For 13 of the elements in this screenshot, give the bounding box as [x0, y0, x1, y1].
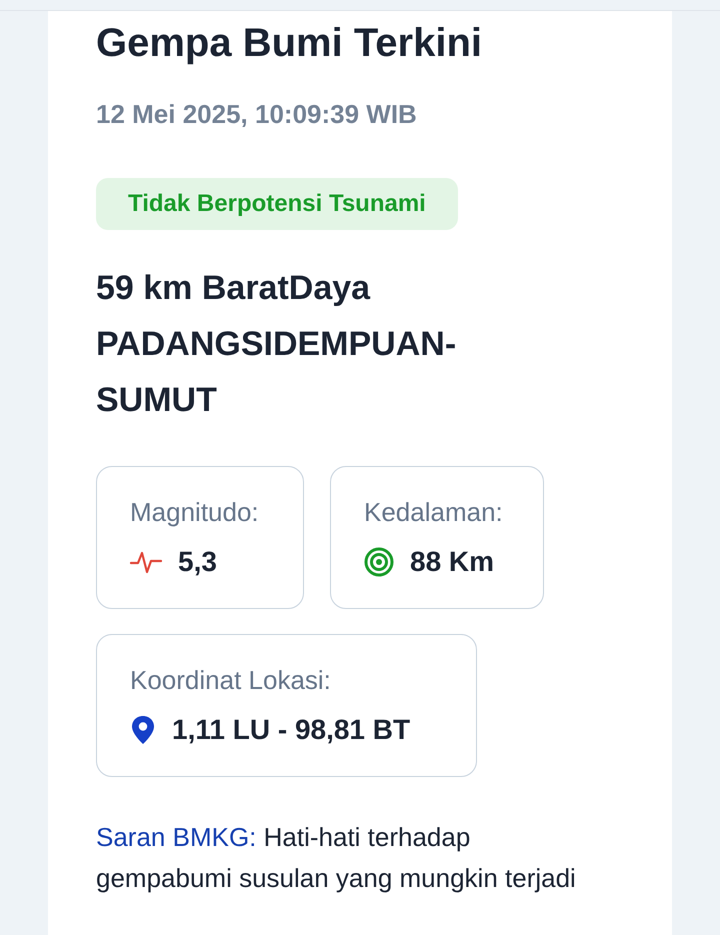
stat-value: 88 Km — [410, 546, 494, 578]
page-title: Gempa Bumi Terkini — [96, 20, 484, 67]
location-text: 59 km BaratDaya PADANGSIDEMPUAN-SUMUT — [96, 268, 458, 421]
date-time: 12 Mei 2025, 10:09:39 WIB — [96, 99, 418, 130]
target-icon — [364, 547, 394, 577]
tsunami-status-badge: Tidak Berpotensi Tsunami — [96, 178, 458, 230]
location-pin-icon — [130, 715, 156, 745]
stat-value: 1,11 LU - 98,81 BT — [172, 714, 410, 746]
stat-value: 5,3 — [178, 546, 217, 578]
advice-text: Saran BMKG: Hati-hati terhadap gempabumi susulan yang mungkin terjadi — [96, 821, 577, 895]
stat-label: Magnitudo: — [130, 497, 260, 528]
stat-label: Kedalaman: — [364, 497, 504, 528]
stat-label: Koordinat Lokasi: — [130, 665, 332, 696]
